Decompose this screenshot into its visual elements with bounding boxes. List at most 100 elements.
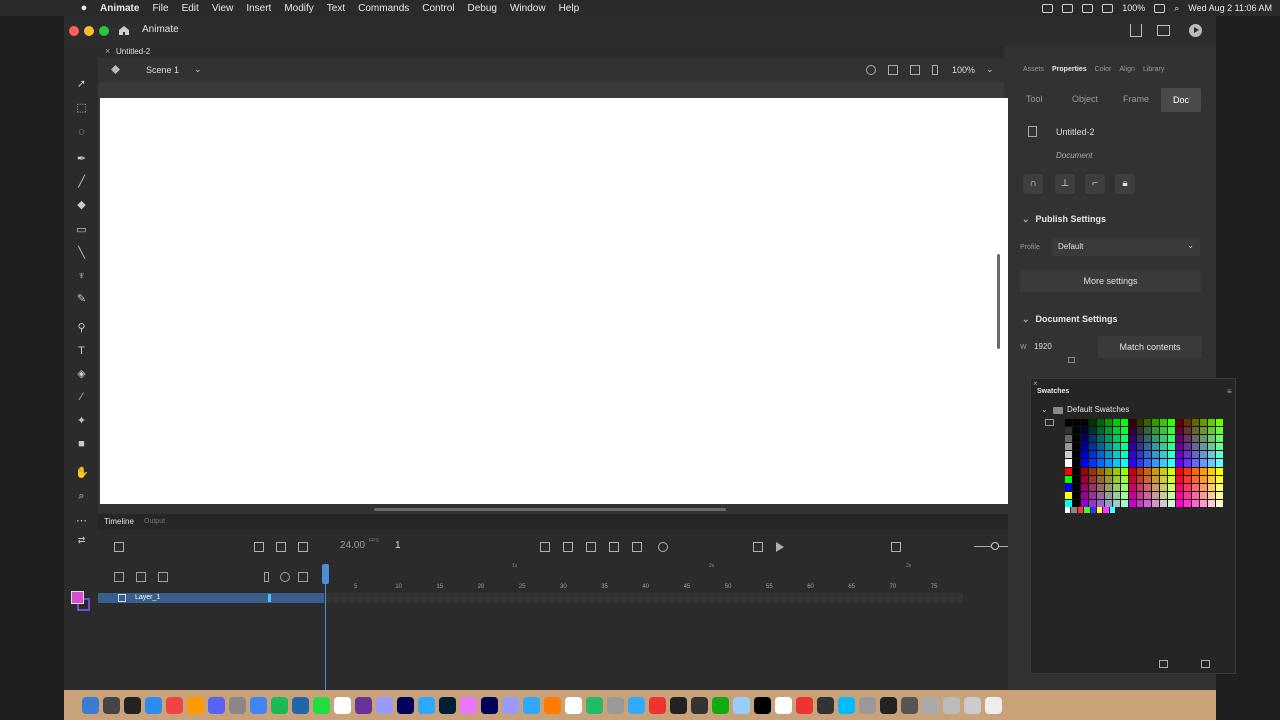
color-swatch[interactable] [1128, 419, 1136, 427]
color-swatch[interactable] [1065, 435, 1072, 443]
center-stage-icon[interactable] [866, 65, 876, 75]
color-swatch[interactable] [1168, 435, 1176, 443]
stage-horizontal-scrollbar[interactable] [374, 508, 726, 511]
color-swatch[interactable] [1120, 427, 1128, 435]
color-swatch[interactable] [1200, 443, 1208, 451]
color-swatch[interactable] [1096, 459, 1104, 467]
gradient-swatch[interactable] [1109, 507, 1115, 513]
snap-to-pixels-icon[interactable]: ⊥ [1055, 174, 1075, 194]
color-swatch[interactable] [1184, 467, 1192, 475]
color-swatch[interactable] [1192, 443, 1200, 451]
color-swatch[interactable] [1088, 443, 1096, 451]
color-swatch[interactable] [1216, 483, 1223, 491]
scene-name[interactable]: Scene 1 [146, 65, 179, 75]
color-swatch[interactable] [1168, 491, 1176, 499]
zoom-stepper-icon[interactable] [932, 65, 938, 75]
color-swatch[interactable] [1072, 435, 1080, 443]
color-swatch[interactable] [1104, 443, 1112, 451]
dock-app-icon[interactable] [418, 696, 435, 714]
color-swatch[interactable] [1192, 459, 1200, 467]
color-swatch[interactable] [1072, 451, 1080, 459]
color-swatch[interactable] [1072, 427, 1080, 435]
dock-app-icon[interactable] [607, 696, 624, 714]
dock-app-icon[interactable] [628, 696, 645, 714]
dock-app-icon[interactable] [964, 696, 981, 714]
insert-frame-icon[interactable] [586, 542, 596, 552]
color-swatch[interactable] [1128, 459, 1136, 467]
color-swatch[interactable] [1160, 443, 1168, 451]
color-swatch[interactable] [1192, 451, 1200, 459]
color-swatch[interactable] [1080, 475, 1088, 483]
color-swatch[interactable] [1088, 467, 1096, 475]
maximize-window-button[interactable] [99, 26, 109, 36]
menu-debug[interactable]: Debug [468, 3, 497, 14]
dock-app-icon[interactable] [166, 696, 183, 714]
swap-colors-icon[interactable]: ⇄ [75, 534, 88, 547]
color-swatch[interactable] [1072, 491, 1080, 499]
color-swatch[interactable] [1065, 467, 1072, 475]
color-swatch[interactable] [1208, 451, 1216, 459]
add-swatch-icon[interactable] [1201, 660, 1210, 668]
bluetooth-icon[interactable] [1102, 3, 1114, 13]
dock-app-icon[interactable] [355, 696, 372, 714]
menu-edit[interactable]: Edit [182, 3, 199, 14]
color-swatch[interactable] [1192, 483, 1200, 491]
color-swatch[interactable] [1136, 467, 1144, 475]
tab-color[interactable]: Color [1095, 66, 1112, 73]
color-swatch[interactable] [1088, 475, 1096, 483]
color-swatch[interactable] [1065, 451, 1072, 459]
color-swatch[interactable] [1136, 483, 1144, 491]
screenshot-icon[interactable] [1062, 3, 1074, 13]
color-swatch[interactable] [1088, 483, 1096, 491]
color-swatch[interactable] [1192, 467, 1200, 475]
color-swatch[interactable] [1065, 475, 1072, 483]
color-swatch[interactable] [1160, 467, 1168, 475]
color-swatch[interactable] [1144, 451, 1152, 459]
color-swatch[interactable] [1208, 475, 1216, 483]
color-swatch[interactable] [1184, 459, 1192, 467]
swatch-grid[interactable] [1065, 419, 1223, 507]
color-swatch[interactable] [1192, 491, 1200, 499]
color-swatch[interactable] [1120, 491, 1128, 499]
color-swatch[interactable] [1096, 475, 1104, 483]
home-icon[interactable] [118, 25, 130, 36]
color-swatch[interactable] [1065, 483, 1072, 491]
display-icon[interactable] [1042, 3, 1054, 13]
snap-to-objects-icon[interactable]: ∩ [1023, 174, 1043, 194]
color-swatch[interactable] [1200, 459, 1208, 467]
gradient-swatch[interactable] [1090, 507, 1096, 513]
dock-app-icon[interactable] [103, 696, 120, 714]
tab-frame[interactable]: Frame [1123, 94, 1149, 104]
paint-brush-tool-icon[interactable]: ♆ [75, 270, 88, 283]
share-icon[interactable] [1130, 24, 1142, 37]
dock-app-icon[interactable] [733, 696, 750, 714]
color-swatch[interactable] [1136, 419, 1144, 427]
layer-parenting-icon[interactable] [276, 542, 286, 552]
color-swatch[interactable] [1152, 419, 1160, 427]
dock-app-icon[interactable] [544, 696, 561, 714]
color-swatch[interactable] [1096, 483, 1104, 491]
color-swatch[interactable] [1192, 427, 1200, 435]
color-swatch[interactable] [1088, 427, 1096, 435]
test-movie-play-icon[interactable] [1189, 24, 1202, 37]
new-folder-icon[interactable] [136, 572, 146, 582]
color-swatch[interactable] [1104, 483, 1112, 491]
color-swatch[interactable] [1080, 435, 1088, 443]
gradient-swatch[interactable] [1071, 507, 1077, 513]
color-swatch[interactable] [1152, 435, 1160, 443]
color-swatch[interactable] [1128, 491, 1136, 499]
asset-warp-tool-icon[interactable]: ✦ [75, 415, 88, 428]
dock-app-icon[interactable] [187, 696, 204, 714]
selection-tool-icon[interactable]: ➚ [75, 78, 88, 91]
camera-tool-icon[interactable]: ■ [75, 438, 88, 451]
lock-guides-icon[interactable]: 🔒︎ [1115, 174, 1135, 194]
color-swatch[interactable] [1120, 475, 1128, 483]
dock-app-icon[interactable] [754, 696, 771, 714]
new-layer-icon[interactable] [114, 572, 124, 582]
color-swatch[interactable] [1088, 451, 1096, 459]
frame-ruler[interactable]: 5 10 15 20 25 30 35 40 45 50 55 60 65 70 75 1s 2s 3s [324, 559, 964, 590]
tab-tool[interactable]: Tool [1026, 94, 1043, 104]
dock-app-icon[interactable] [271, 696, 288, 714]
gradient-swatch[interactable] [1096, 507, 1103, 513]
document-settings-header[interactable]: ⌄ Document Settings [1022, 314, 1118, 325]
